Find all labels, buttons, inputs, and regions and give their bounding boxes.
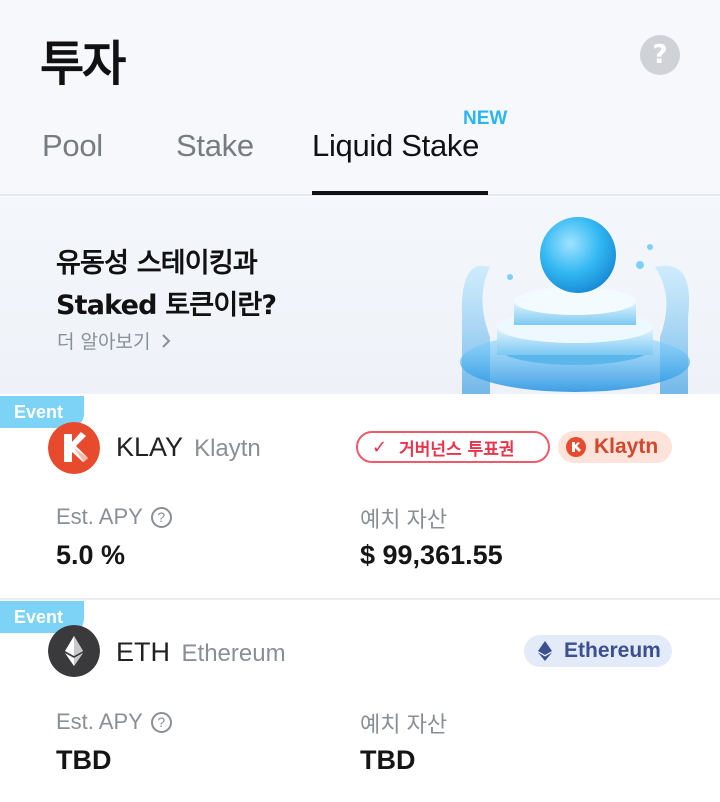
coin-name: KLAY Klaytn <box>116 432 261 463</box>
klaytn-logo-icon <box>48 422 100 474</box>
ethereum-diamond-icon <box>538 641 552 661</box>
tab-stake[interactable]: Stake <box>176 128 254 164</box>
network-badge: Klaytn <box>558 431 672 463</box>
deposit-value: TBD <box>360 745 416 775</box>
deposit-value: $ 99,361.55 <box>360 540 503 570</box>
coin-name: ETH Ethereum <box>116 637 286 668</box>
learn-more-label: 더 알아보기 <box>57 331 151 353</box>
active-tab-indicator <box>312 191 488 195</box>
apy-value: TBD <box>56 745 112 775</box>
tab-pool[interactable]: Pool <box>42 128 103 164</box>
help-button[interactable]: ? <box>640 35 680 75</box>
banner-title: 유동성 스테이킹과 Staked 토큰이란? <box>56 248 277 321</box>
check-icon: ✓ <box>372 436 388 458</box>
coin-symbol: KLAY <box>116 432 183 462</box>
question-circle-icon[interactable]: ? <box>150 711 172 733</box>
coin-chain: Klaytn <box>194 435 261 462</box>
header: 투자 ? Pool Stake Liquid Stake NEW <box>0 0 720 196</box>
klaytn-logo-icon <box>566 437 586 457</box>
page-title: 투자 <box>40 36 126 92</box>
eth-stake-card[interactable]: Event ETH Ethereum Ethereum Est. APY? TB… <box>0 601 720 802</box>
network-label: Klaytn <box>594 435 659 458</box>
governance-label: 거버넌스 투표권 <box>399 439 515 460</box>
network-badge: Ethereum <box>524 635 672 667</box>
chevron-right-icon <box>161 334 170 348</box>
ethereum-logo-icon <box>48 625 100 677</box>
deposit-label: 예치 자산 <box>360 507 448 532</box>
promo-banner[interactable]: 유동성 스테이킹과 Staked 토큰이란? 더 알아보기 <box>0 197 720 394</box>
deposit-label: 예치 자산 <box>360 712 448 737</box>
apy-label: Est. APY <box>56 504 143 529</box>
klay-stake-card[interactable]: Event KLAY Klaytn ✓ 거버넌스 투표권 Klaytn Est.… <box>0 396 720 600</box>
apy-label-row: Est. APY? <box>56 709 172 735</box>
question-icon: ? <box>652 40 668 70</box>
coin-chain: Ethereum <box>181 640 286 667</box>
learn-more-link[interactable]: 더 알아보기 <box>57 327 171 354</box>
new-badge: NEW <box>463 108 508 129</box>
tab-liquid-stake[interactable]: Liquid Stake <box>312 128 479 164</box>
question-circle-icon[interactable]: ? <box>150 506 172 528</box>
governance-badge: ✓ 거버넌스 투표권 <box>356 431 550 463</box>
liquid-stake-illustration <box>460 217 690 394</box>
apy-label: Est. APY <box>56 709 143 734</box>
network-label: Ethereum <box>564 639 661 662</box>
apy-label-row: Est. APY? <box>56 504 172 530</box>
coin-symbol: ETH <box>116 637 170 667</box>
apy-value: 5.0 % <box>56 540 126 570</box>
